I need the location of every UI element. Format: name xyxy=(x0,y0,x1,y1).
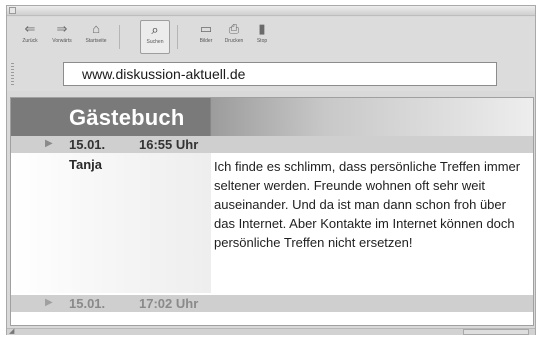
entry-author-column: Tanja xyxy=(11,153,211,293)
stop-button-label: Stop xyxy=(256,38,268,44)
forward-button[interactable]: ⇒ Vorwärts xyxy=(47,20,77,54)
home-button[interactable]: ⌂ Startseite xyxy=(81,20,111,54)
toolbar-separator xyxy=(119,25,120,49)
search-button[interactable]: ⌕ Suchen xyxy=(140,20,170,54)
status-bar: ◢ xyxy=(7,328,535,335)
browser-toolbar: ⇐ Zurück ⇒ Vorwärts ⌂ Startseite ⌕ Suche… xyxy=(7,17,535,57)
images-icon: ▭ xyxy=(199,21,213,36)
home-icon: ⌂ xyxy=(92,21,100,36)
guestbook-header: Gästebuch xyxy=(11,98,533,136)
stop-icon: ▮ xyxy=(258,21,266,36)
page-title: Gästebuch xyxy=(69,105,185,130)
entry-time: 16:55 Uhr xyxy=(139,137,199,152)
images-button[interactable]: ▭ Bilder xyxy=(191,20,221,54)
entry-date: 15.01. xyxy=(69,137,106,152)
entry-header[interactable]: ▶ 15.01. 16:55 Uhr xyxy=(11,136,533,153)
title-bar xyxy=(7,6,535,16)
toolbar-grip-icon[interactable] xyxy=(11,63,14,85)
toolbar-separator xyxy=(177,25,178,49)
forward-arrow-icon: ⇒ xyxy=(56,21,68,36)
forward-button-label: Vorwärts xyxy=(52,38,72,44)
print-button-label: Drucken xyxy=(224,38,244,44)
entry-body: Tanja Ich finde es schlimm, dass persönl… xyxy=(11,153,533,293)
status-zone-indicator xyxy=(463,329,529,335)
back-button-label: Zurück xyxy=(22,38,38,44)
entry-header[interactable]: ▶ 15.01. 17:02 Uhr xyxy=(11,295,533,312)
address-row: www.diskussion-aktuell.de xyxy=(7,57,535,91)
triangle-right-icon: ▶ xyxy=(45,297,53,308)
window-control-icon[interactable] xyxy=(9,7,16,14)
entry-time: 17:02 Uhr xyxy=(139,296,199,311)
status-icon: ◢ xyxy=(9,328,15,335)
stop-button[interactable]: ▮ Stop xyxy=(247,20,277,54)
address-bar[interactable]: www.diskussion-aktuell.de xyxy=(63,62,497,86)
print-icon: ⎙ xyxy=(228,21,240,36)
back-button[interactable]: ⇐ Zurück xyxy=(15,20,45,54)
home-button-label: Startseite xyxy=(85,38,107,44)
search-button-label: Suchen xyxy=(146,39,164,45)
browser-window: ⇐ Zurück ⇒ Vorwärts ⌂ Startseite ⌕ Suche… xyxy=(6,5,536,335)
triangle-right-icon: ▶ xyxy=(45,138,53,149)
entry-author: Tanja xyxy=(69,157,102,172)
page-content: Gästebuch ▶ 15.01. 16:55 Uhr Tanja Ich f… xyxy=(10,97,534,326)
entry-message: Ich finde es schlimm, dass persönliche T… xyxy=(214,159,521,250)
back-arrow-icon: ⇐ xyxy=(24,21,36,36)
images-button-label: Bilder xyxy=(199,38,213,44)
print-button[interactable]: ⎙ Drucken xyxy=(219,20,249,54)
entry-date: 15.01. xyxy=(69,296,106,311)
search-icon: ⌕ xyxy=(151,22,159,37)
